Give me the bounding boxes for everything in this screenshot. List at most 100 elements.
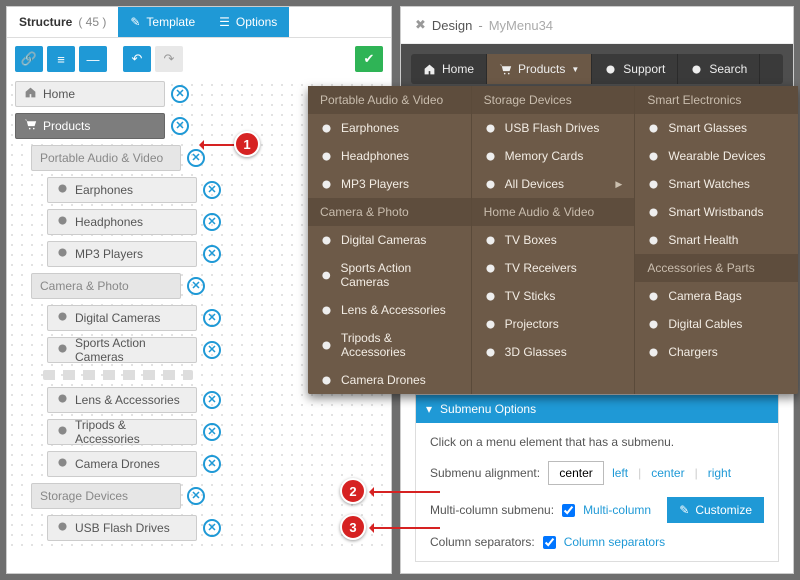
tree-item[interactable]: Products — [15, 113, 165, 139]
align-right[interactable]: right — [708, 466, 731, 480]
delete-button[interactable]: ✕ — [203, 519, 221, 537]
mega-item[interactable]: 3D Glasses — [472, 338, 635, 366]
sep-link[interactable]: Column separators — [564, 535, 665, 549]
mega-item[interactable]: Smart Wristbands — [635, 198, 798, 226]
mega-item[interactable]: Earphones — [308, 114, 471, 142]
arrow-3 — [370, 527, 440, 529]
mega-header: Storage Devices — [472, 86, 635, 114]
tree-item[interactable]: Digital Cameras — [47, 305, 197, 331]
delete-button[interactable]: ✕ — [187, 487, 205, 505]
customize-button[interactable]: ✎ Customize — [667, 497, 764, 523]
tab-structure[interactable]: Structure ( 45 ) — [7, 7, 118, 37]
sep-checkbox[interactable] — [543, 536, 556, 549]
tree-item[interactable]: Lens & Accessories — [47, 387, 197, 413]
link-button[interactable]: 🔗 — [15, 46, 43, 72]
align-input[interactable] — [548, 461, 604, 485]
undo-button[interactable]: ↶ — [123, 46, 151, 72]
mega-item[interactable]: Tripods & Accessories — [308, 324, 471, 366]
delete-button[interactable]: ✕ — [203, 245, 221, 263]
tree-item[interactable]: Sports Action Cameras — [47, 337, 197, 363]
mega-menu: Portable Audio & VideoEarphonesHeadphone… — [308, 86, 798, 394]
callout-2: 2 — [340, 478, 366, 504]
tree-item[interactable]: Portable Audio & Video — [31, 145, 181, 171]
delete-button[interactable]: ✕ — [203, 341, 221, 359]
nav-home[interactable]: Home — [411, 54, 487, 84]
tree-item[interactable]: Camera Drones — [47, 451, 197, 477]
mega-item[interactable]: USB Flash Drives — [472, 114, 635, 142]
tree-item[interactable]: Earphones — [47, 177, 197, 203]
tree-item-label: Storage Devices — [40, 489, 128, 503]
align-center[interactable]: center — [651, 466, 684, 480]
mega-item[interactable]: Chargers — [635, 338, 798, 366]
tree-item[interactable]: Camera & Photo — [31, 273, 181, 299]
tab-template[interactable]: ✎ Template — [118, 7, 207, 37]
tree-item-label: Portable Audio & Video — [40, 151, 163, 165]
list-icon: ☰ — [219, 15, 230, 29]
mega-item[interactable]: TV Receivers — [472, 254, 635, 282]
nav-support[interactable]: Support — [592, 54, 678, 84]
delete-button[interactable]: ✕ — [203, 309, 221, 327]
mega-item[interactable]: Sports Action Cameras — [308, 254, 471, 296]
nav-search[interactable]: Search — [678, 54, 760, 84]
minus-button[interactable]: — — [79, 46, 107, 72]
redo-button[interactable]: ↷ — [155, 46, 183, 72]
mega-item[interactable]: Camera Bags — [635, 282, 798, 310]
submenu-hint: Click on a menu element that has a subme… — [430, 435, 764, 449]
tree-item-label: Earphones — [75, 183, 133, 197]
tree-item[interactable]: Storage Devices — [31, 483, 181, 509]
mega-item[interactable]: Smart Health — [635, 226, 798, 254]
left-toolbar: 🔗 ≡ — ↶ ↷ ✔ — [7, 38, 391, 80]
tree-item[interactable]: Tripods & Accessories — [47, 419, 197, 445]
tab-options[interactable]: ☰ Options — [207, 7, 289, 37]
align-left[interactable]: left — [612, 466, 628, 480]
head-icon — [56, 214, 69, 230]
mega-item[interactable]: MP3 Players — [308, 170, 471, 198]
mega-item[interactable]: Digital Cameras — [308, 226, 471, 254]
confirm-button[interactable]: ✔ — [355, 46, 383, 72]
mega-item[interactable]: Projectors — [472, 310, 635, 338]
mega-item[interactable]: Digital Cables — [635, 310, 798, 338]
delete-button[interactable]: ✕ — [187, 277, 205, 295]
cam-icon — [56, 310, 69, 326]
cart-icon — [24, 118, 37, 134]
mega-item[interactable]: TV Sticks — [472, 282, 635, 310]
delete-button[interactable]: ✕ — [203, 455, 221, 473]
usb-icon — [56, 520, 69, 536]
delete-button[interactable]: ✕ — [171, 117, 189, 135]
lens-icon — [56, 392, 69, 408]
tree-item[interactable]: Home — [15, 81, 165, 107]
align-label: Submenu alignment: — [430, 466, 540, 480]
delete-button[interactable]: ✕ — [203, 391, 221, 409]
tree-item-label: Lens & Accessories — [75, 393, 180, 407]
mega-item[interactable]: Smart Watches — [635, 170, 798, 198]
mega-item[interactable]: Lens & Accessories — [308, 296, 471, 324]
left-tabs: Structure ( 45 ) ✎ Template ☰ Options — [7, 7, 391, 38]
tree-item[interactable]: Headphones — [47, 209, 197, 235]
multi-link[interactable]: Multi-column — [583, 503, 651, 517]
tree-item[interactable]: MP3 Players — [47, 241, 197, 267]
tree-item-label: Camera Drones — [75, 457, 160, 471]
mega-item[interactable]: Smart Glasses — [635, 114, 798, 142]
callout-1: 1 — [234, 131, 260, 157]
tree-item[interactable]: USB Flash Drives — [47, 515, 197, 541]
multi-checkbox[interactable] — [562, 504, 575, 517]
caret-down-icon: ▾ — [426, 402, 432, 416]
delete-button[interactable]: ✕ — [187, 149, 205, 167]
multi-label: Multi-column submenu: — [430, 503, 554, 517]
mega-item[interactable]: All Devices▶ — [472, 170, 635, 198]
nav-products[interactable]: Products ▼ — [487, 54, 592, 84]
tree-item-label: Sports Action Cameras — [75, 336, 188, 364]
align-button[interactable]: ≡ — [47, 46, 75, 72]
delete-button[interactable]: ✕ — [203, 181, 221, 199]
delete-button[interactable]: ✕ — [171, 85, 189, 103]
tree-item-label: Digital Cameras — [75, 311, 160, 325]
mega-item[interactable]: Wearable Devices — [635, 142, 798, 170]
home-icon — [24, 86, 37, 102]
submenu-options-header[interactable]: ▾ Submenu Options — [416, 395, 778, 423]
mega-item[interactable]: Camera Drones — [308, 366, 471, 394]
mega-item[interactable]: TV Boxes — [472, 226, 635, 254]
delete-button[interactable]: ✕ — [203, 423, 221, 441]
mega-item[interactable]: Memory Cards — [472, 142, 635, 170]
delete-button[interactable]: ✕ — [203, 213, 221, 231]
mega-item[interactable]: Headphones — [308, 142, 471, 170]
